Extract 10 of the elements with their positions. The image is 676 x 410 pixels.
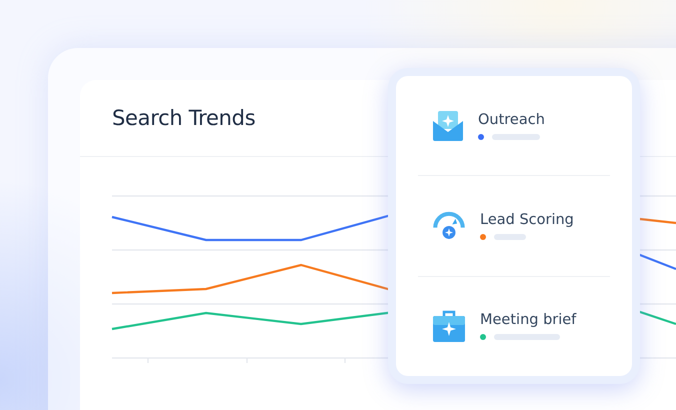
skeleton-bar [494,334,560,340]
item-label[interactable]: Lead Scoring [480,212,574,228]
gauge-sparkle-icon [432,210,466,241]
skeleton-bar [492,134,540,140]
card-title: Search Trends [112,106,256,130]
skeleton-bar [494,234,526,240]
briefcase-sparkle-icon [432,309,466,344]
envelope-sparkle-icon [432,110,464,142]
item-label[interactable]: Meeting brief [480,312,576,328]
item-label[interactable]: Outreach [478,112,545,128]
